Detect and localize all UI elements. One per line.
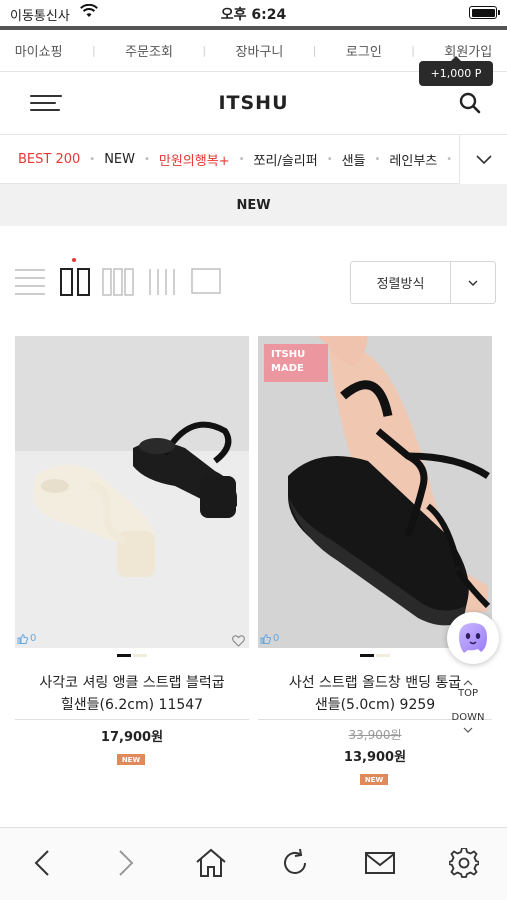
- grid-4-view-icon[interactable]: [148, 268, 176, 300]
- scroll-down-label: DOWN: [451, 712, 485, 723]
- product-image[interactable]: ITSHU MADE 0: [258, 336, 492, 648]
- product-image[interactable]: 0: [15, 336, 249, 648]
- site-logo[interactable]: ITSHU: [0, 92, 507, 114]
- itshu-made-badge-line2: MADE: [271, 363, 304, 374]
- heart-icon[interactable]: [232, 632, 245, 648]
- nav-my-shopping[interactable]: 마이쇼핑: [15, 41, 63, 60]
- home-icon[interactable]: [194, 846, 228, 880]
- product-card[interactable]: 0 사각코 셔링 앵클 스트랩 블럭굽 힐샌들(6.2cm) 11547 17,…: [15, 336, 249, 765]
- nav-separator: |: [411, 44, 415, 57]
- battery-icon: [469, 6, 500, 19]
- back-icon[interactable]: [25, 846, 59, 880]
- image-pager: [15, 654, 249, 657]
- new-badge: NEW: [117, 754, 145, 765]
- category-expand-chevron-down-icon[interactable]: [459, 135, 507, 184]
- new-badge: NEW: [360, 774, 388, 785]
- mail-icon[interactable]: [363, 846, 397, 880]
- chatbot-button[interactable]: [447, 612, 499, 664]
- category-separator: •: [326, 153, 333, 165]
- list-view-icon[interactable]: [15, 268, 45, 300]
- refresh-icon[interactable]: [278, 846, 312, 880]
- search-icon[interactable]: [459, 92, 481, 114]
- sort-label: 정렬방식: [351, 262, 451, 303]
- scroll-down-button[interactable]: DOWN: [447, 712, 489, 742]
- category-slipper[interactable]: 쪼리/슬리퍼: [254, 150, 318, 169]
- sort-dropdown[interactable]: 정렬방식: [350, 261, 496, 304]
- category-separator: •: [89, 153, 96, 165]
- signup-point-badge: +1,000 P: [419, 56, 493, 86]
- nav-login[interactable]: 로그인: [346, 41, 382, 60]
- product-divider: [15, 719, 249, 720]
- product-name-line2: 힐샌들(6.2cm) 11547: [60, 697, 204, 713]
- active-view-indicator: [72, 258, 76, 262]
- single-view-icon[interactable]: [191, 268, 221, 298]
- category-separator: •: [374, 153, 381, 165]
- forward-icon[interactable]: [109, 846, 143, 880]
- scroll-top-label: TOP: [457, 688, 478, 699]
- category-separator: •: [238, 153, 245, 165]
- category-happy[interactable]: 만원의행복+: [159, 150, 230, 169]
- category-sandal[interactable]: 샌들: [342, 150, 366, 169]
- nav-separator: |: [312, 44, 317, 57]
- chevron-down-icon: [451, 262, 495, 303]
- category-best200[interactable]: BEST 200: [18, 152, 80, 167]
- nav-separator: |: [91, 44, 96, 57]
- product-card[interactable]: ITSHU MADE 0 사선 스트랩 올드창 밴딩 통굽 샌들(5.0cm) …: [258, 336, 492, 785]
- nav-cart[interactable]: 장바구니: [236, 41, 284, 60]
- like-count-value: 0: [273, 633, 280, 644]
- product-price: 13,900원: [343, 750, 407, 765]
- grid-3-view-icon[interactable]: [102, 268, 134, 300]
- nav-separator: |: [202, 44, 207, 57]
- category-separator: •: [446, 153, 453, 165]
- like-count-value: 0: [30, 633, 37, 644]
- like-count[interactable]: 0: [260, 633, 279, 644]
- bottom-toolbar: [0, 827, 507, 900]
- category-separator: •: [143, 153, 150, 165]
- scroll-top-button[interactable]: TOP: [447, 680, 489, 710]
- product-price: 17,900원: [100, 730, 164, 745]
- nav-order-lookup[interactable]: 주문조회: [125, 41, 173, 60]
- itshu-made-badge: ITSHU MADE: [264, 344, 328, 382]
- category-bar: BEST 200 • NEW • 만원의행복+ • 쪼리/슬리퍼 • 샌들 • …: [0, 135, 507, 184]
- like-count[interactable]: 0: [17, 633, 36, 644]
- gear-icon[interactable]: [447, 846, 481, 880]
- status-bar: 이동통신사 오후 6:24: [0, 0, 507, 26]
- category-new[interactable]: NEW: [104, 152, 135, 167]
- grid-2-view-icon[interactable]: [60, 268, 90, 300]
- itshu-made-badge-line1: ITSHU: [271, 349, 306, 360]
- section-title: NEW: [0, 184, 507, 226]
- category-rainboots[interactable]: 레인부츠: [389, 150, 437, 169]
- clock: 오후 6:24: [220, 7, 287, 23]
- product-name[interactable]: 사각코 셔링 앵클 스트랩 블럭굽 힐샌들(6.2cm) 11547: [15, 672, 249, 716]
- product-name-line1: 사각코 셔링 앵클 스트랩 블럭굽: [39, 675, 225, 691]
